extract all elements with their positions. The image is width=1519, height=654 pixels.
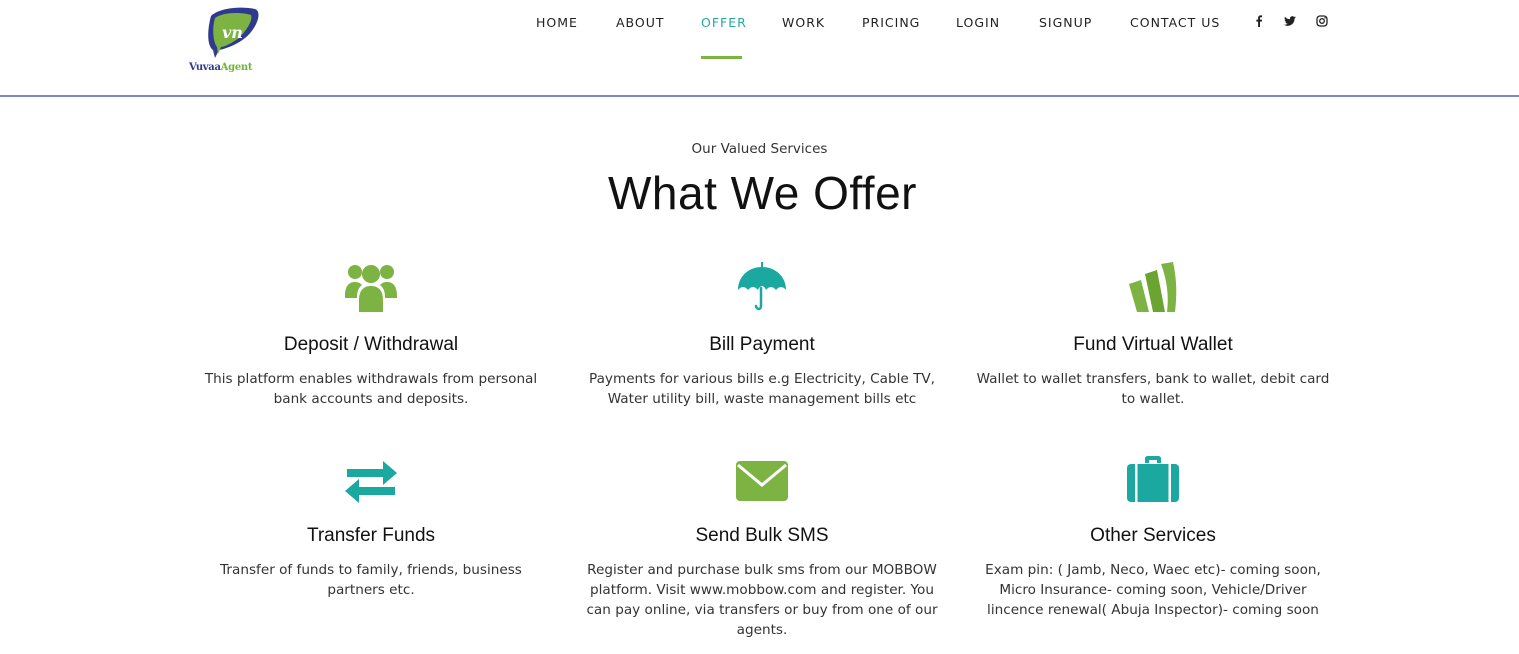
service-title: Other Services bbox=[1090, 525, 1216, 546]
exchange-icon bbox=[345, 461, 397, 503]
service-title: Bill Payment bbox=[709, 334, 815, 355]
service-card-transfer-funds: Transfer Funds Transfer of funds to fami… bbox=[181, 453, 561, 613]
nav-work[interactable]: WORK bbox=[782, 15, 825, 30]
nav-pricing[interactable]: PRICING bbox=[862, 15, 920, 30]
service-title: Deposit / Withdrawal bbox=[283, 334, 459, 355]
users-icon bbox=[345, 265, 397, 312]
service-card-send-bulk-sms: Send Bulk SMS Register and purchase bulk… bbox=[572, 453, 952, 648]
service-card-deposit-withdrawal: Deposit / Withdrawal This platform enabl… bbox=[181, 260, 561, 420]
service-card-other-services: Other Services Exam pin: ( Jamb, Neco, W… bbox=[963, 453, 1343, 633]
service-card-fund-virtual-wallet: Fund Virtual Wallet Wallet to wallet tra… bbox=[963, 260, 1343, 420]
instagram-icon[interactable] bbox=[1315, 14, 1329, 28]
site-logo[interactable]: vn VuvaaAgent bbox=[189, 6, 265, 76]
umbrella-icon bbox=[738, 262, 786, 311]
section-title: What We Offer bbox=[607, 167, 917, 219]
nav-contact-us[interactable]: CONTACT US bbox=[1130, 15, 1220, 30]
service-card-bill-payment: Bill Payment Payments for various bills … bbox=[572, 260, 952, 420]
service-title: Transfer Funds bbox=[306, 525, 436, 546]
nav-login[interactable]: LOGIN bbox=[956, 15, 1000, 30]
briefcase-icon bbox=[1127, 456, 1179, 502]
service-description: Register and purchase bulk sms from our … bbox=[586, 562, 938, 638]
nav-home[interactable]: HOME bbox=[536, 15, 578, 30]
wallet-icon bbox=[1129, 262, 1177, 312]
service-description: Exam pin: ( Jamb, Neco, Waec etc)- comin… bbox=[985, 562, 1321, 618]
nav-offer[interactable]: OFFER bbox=[701, 15, 747, 30]
svg-text:vn: vn bbox=[222, 23, 243, 42]
logo-text-part2: Agent bbox=[220, 62, 253, 73]
nav-about[interactable]: ABOUT bbox=[616, 15, 665, 30]
logo-text-part1: Vuvaa bbox=[189, 62, 221, 73]
service-description: Transfer of funds to family, friends, bu… bbox=[220, 562, 522, 598]
service-description: This platform enables withdrawals from p… bbox=[204, 371, 538, 407]
logo-mark-icon: vn bbox=[208, 7, 259, 58]
nav-active-indicator bbox=[701, 56, 742, 59]
nav-signup[interactable]: SIGNUP bbox=[1039, 15, 1092, 30]
service-description: Wallet to wallet transfers, bank to wall… bbox=[976, 371, 1330, 407]
site-header: vn VuvaaAgent HOME ABOUT OFFER WORK PRIC… bbox=[0, 0, 1519, 97]
service-title: Fund Virtual Wallet bbox=[1073, 334, 1233, 355]
facebook-icon[interactable] bbox=[1252, 14, 1266, 28]
envelope-icon bbox=[736, 461, 788, 501]
service-description: Payments for various bills e.g Electrici… bbox=[588, 371, 935, 407]
logo-text: VuvaaAgent bbox=[189, 62, 265, 73]
service-title: Send Bulk SMS bbox=[695, 525, 829, 546]
twitter-icon[interactable] bbox=[1283, 14, 1297, 28]
section-subtitle: Our Valued Services bbox=[691, 141, 828, 157]
